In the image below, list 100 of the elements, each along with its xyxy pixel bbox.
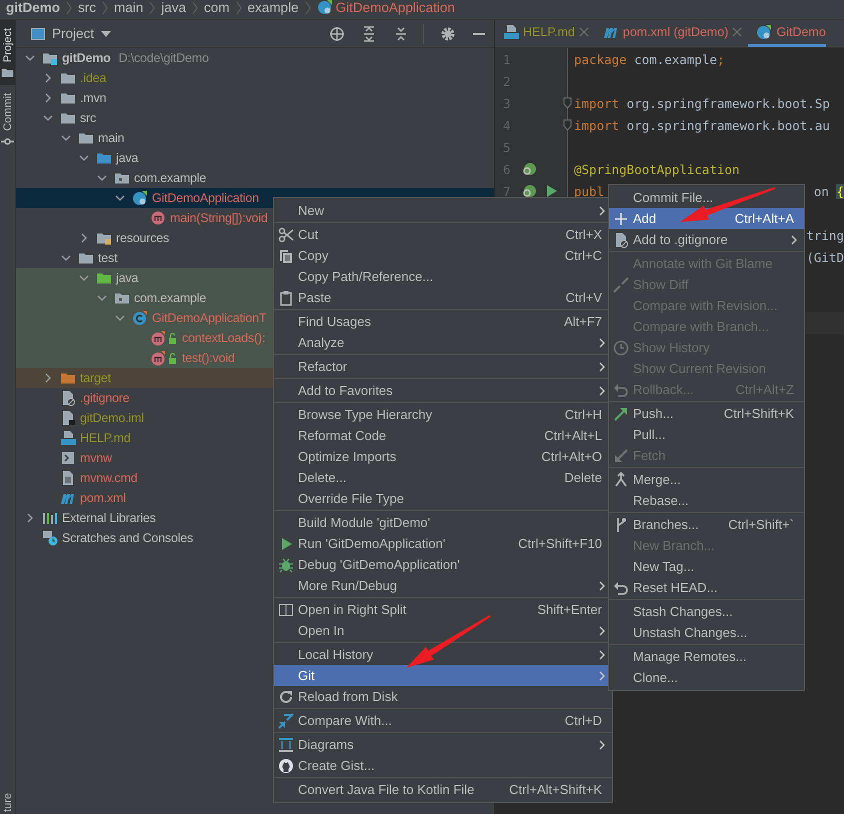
menu-item[interactable]: Commit File... — [609, 187, 804, 208]
tool-window-tab[interactable]: Commit — [0, 85, 15, 154]
tree-label: test():void — [182, 351, 235, 365]
close-icon[interactable] — [578, 27, 589, 37]
menu-item[interactable]: Delete... Delete — [274, 467, 612, 488]
menu-item[interactable]: More Run/Debug — [274, 575, 612, 596]
tool-window-tab[interactable]: ture — [0, 789, 15, 814]
menu-item[interactable]: Open in Right Split Shift+Enter — [274, 599, 612, 620]
menu-item[interactable]: Run 'GitDemoApplication' Ctrl+Shift+F10 — [274, 533, 612, 554]
tree-label: java — [116, 271, 138, 285]
menu-item[interactable]: Local History — [274, 644, 612, 665]
tree-item[interactable]: main — [16, 128, 494, 148]
tree-label: HELP.md — [80, 431, 130, 445]
breadcrumb-item[interactable]: example — [248, 0, 299, 15]
menu-item[interactable]: Reset HEAD... — [609, 577, 804, 598]
clipboard-icon — [278, 290, 294, 306]
tree-label: gitDemo — [62, 51, 111, 65]
arrow-icon — [613, 406, 629, 422]
tree-item[interactable]: java — [16, 148, 494, 168]
diagram-icon — [278, 736, 294, 752]
breadcrumb-item[interactable]: com — [204, 0, 230, 15]
tree-item[interactable]: src — [16, 108, 494, 128]
crosshair-icon[interactable] — [329, 26, 345, 42]
caret-icon[interactable] — [100, 30, 112, 38]
method-icon — [150, 330, 178, 346]
method-icon — [150, 210, 166, 226]
menu-item[interactable]: Optimize Imports Ctrl+Alt+O — [274, 446, 612, 467]
shortcut-label: Ctrl+Alt+L — [543, 428, 602, 443]
folder-icon — [1, 66, 14, 80]
panel-title[interactable]: Project — [52, 26, 94, 41]
method-icon — [150, 350, 178, 366]
breadcrumb-item[interactable]: GitDemoApplication — [336, 0, 455, 15]
editor-tab[interactable]: pom.xml (gitDemo) — [594, 20, 748, 47]
tree-label: mvnw.cmd — [80, 471, 138, 485]
tree-item[interactable]: .mvn — [16, 88, 494, 108]
menu-item[interactable]: Branches... Ctrl+Shift+` — [609, 514, 804, 535]
tree-item[interactable]: com.example — [16, 168, 494, 188]
breadcrumb-item[interactable]: src — [78, 0, 96, 15]
undo-icon — [613, 382, 629, 398]
tree-label: .idea — [80, 71, 106, 85]
ignore-file-icon — [60, 390, 76, 406]
tree-label: mvnw — [80, 451, 112, 465]
menu-item[interactable]: Add to .gitignore — [609, 229, 804, 250]
menu-item[interactable]: Reload from Disk — [274, 686, 612, 707]
code-text: import org.springframework.boot.Sp — [574, 96, 830, 110]
tree-label: target — [80, 371, 111, 385]
menu-item[interactable]: Open In — [274, 620, 612, 641]
breadcrumb-item[interactable]: java — [161, 0, 186, 15]
tool-window-tab[interactable]: Project — [0, 20, 15, 86]
shortcut-label: Ctrl+H — [564, 407, 602, 422]
menu-item[interactable]: Build Module 'gitDemo' — [274, 512, 612, 533]
collapse-all-icon[interactable] — [393, 26, 409, 42]
chevron-icon — [102, 1, 108, 15]
menu-item[interactable]: Convert Java File to Kotlin File Ctrl+Alt+Shift+K — [274, 779, 612, 800]
menu-item[interactable]: Merge... — [609, 469, 804, 490]
menu-item[interactable]: Copy Ctrl+C — [274, 245, 612, 266]
menu-item[interactable]: Add Ctrl+Alt+A — [609, 208, 804, 229]
menu-item[interactable]: Refactor — [274, 356, 612, 377]
code-text: publ — [574, 184, 604, 198]
menu-item[interactable]: New Tag... — [609, 556, 804, 577]
close-icon[interactable] — [732, 27, 742, 37]
menu-item[interactable]: Clone... — [609, 667, 804, 688]
menu-item[interactable]: Stash Changes... — [609, 601, 804, 622]
tree-label: Scratches and Consoles — [62, 531, 194, 545]
menu-item[interactable]: Pull... — [609, 424, 804, 445]
settings-icon[interactable] — [440, 26, 456, 42]
tree-label: src — [80, 111, 96, 125]
tree-label: java — [116, 151, 138, 165]
expand-all-icon[interactable] — [361, 26, 377, 42]
menu-item[interactable]: Rebase... — [609, 490, 804, 511]
tree-item[interactable]: gitDemo D:\code\gitDemo — [16, 48, 494, 68]
leaf-icon — [521, 161, 537, 177]
shortcut-label: Ctrl+D — [564, 713, 602, 728]
tree-label: resources — [116, 231, 170, 245]
menu-item[interactable]: Compare With... Ctrl+D — [274, 710, 612, 731]
menu-item[interactable]: Reformat Code Ctrl+Alt+L — [274, 425, 612, 446]
editor-tab[interactable]: HELP.md — [495, 20, 595, 47]
menu-item[interactable]: Push... Ctrl+Shift+K — [609, 403, 804, 424]
menu-item[interactable]: Diagrams — [274, 734, 612, 755]
menu-item[interactable]: Manage Remotes... — [609, 646, 804, 667]
compare-icon — [613, 276, 629, 292]
menu-item[interactable]: Unstash Changes... — [609, 622, 804, 643]
tree-label: .mvn — [80, 91, 106, 105]
menu-item[interactable]: Override File Type — [274, 488, 612, 509]
menu-item[interactable]: Browse Type Hierarchy Ctrl+H — [274, 404, 612, 425]
menu-item[interactable]: Add to Favorites — [274, 380, 612, 401]
split-icon — [278, 602, 294, 618]
tree-label: com.example — [134, 291, 206, 305]
breadcrumb-item[interactable]: main — [114, 0, 144, 15]
arrow-icon — [613, 448, 629, 464]
menu-item[interactable]: Create Gist... — [274, 755, 612, 776]
class-icon — [132, 310, 148, 326]
fold-marker-icon[interactable] — [563, 97, 572, 109]
fold-marker-icon[interactable] — [563, 119, 572, 131]
menu-item[interactable]: Debug 'GitDemoApplication' — [274, 554, 612, 575]
code-text: import org.springframework.boot.au — [574, 118, 830, 132]
menu-item[interactable]: Cut Ctrl+X — [274, 224, 612, 245]
chevron-icon — [304, 1, 311, 15]
tree-item[interactable]: .idea — [16, 68, 494, 88]
breadcrumb-item[interactable]: gitDemo — [6, 0, 60, 15]
